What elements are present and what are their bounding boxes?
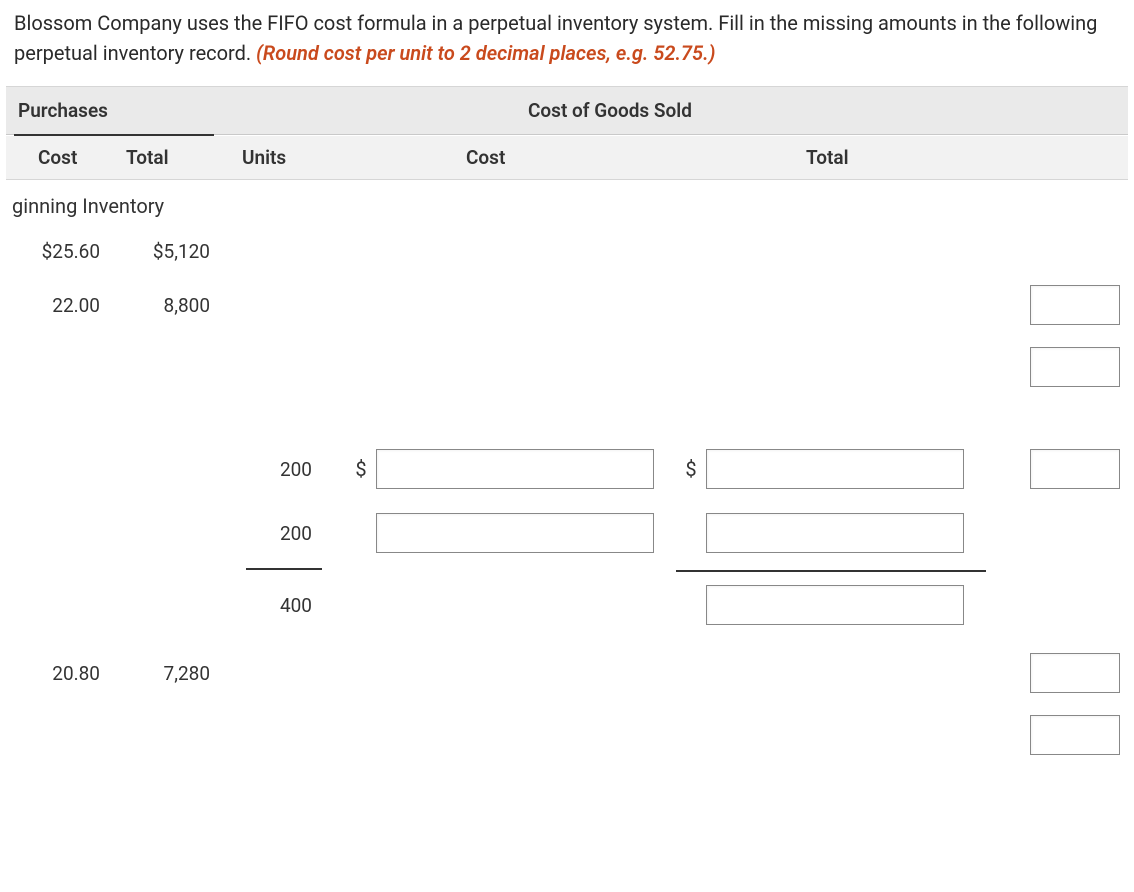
beginning-inventory-label: ginning Inventory — [6, 188, 1128, 224]
header-purchases: Purchases — [6, 87, 226, 134]
table-row: 200 — [6, 506, 1128, 560]
cell-total: $5,120 — [116, 240, 226, 263]
cell-cost: $25.60 — [6, 240, 116, 263]
spacer — [6, 402, 1128, 442]
table-row — [6, 332, 1128, 402]
dollar-sign: $ — [346, 457, 376, 481]
cogs-total-input[interactable] — [706, 449, 964, 489]
cogs-cost-input[interactable] — [376, 449, 654, 489]
header-col-units: Units — [226, 146, 346, 169]
cell-units-total: 400 — [226, 594, 346, 617]
cell-total: 8,800 — [116, 294, 226, 317]
problem-instructions: Blossom Company uses the FIFO cost formu… — [0, 0, 1134, 86]
header-col-cost-purchases: Cost — [6, 146, 116, 169]
total-subtotal-line-wrap — [6, 570, 1128, 572]
header-row-columns: Cost Total Units Cost Total — [6, 136, 1128, 180]
cogs-grand-total-input[interactable] — [706, 585, 964, 625]
inventory-table: Purchases Cost of Goods Sold Cost Total … — [6, 86, 1128, 770]
cell-cost: 20.80 — [6, 662, 116, 685]
table-row: 20.80 7,280 — [6, 646, 1128, 700]
instructions-emphasis: (Round cost per unit to 2 decimal places… — [256, 41, 715, 65]
table-row — [6, 700, 1128, 770]
table-row: 200 $ $ — [6, 442, 1128, 496]
header-col-total-purchases: Total — [116, 146, 226, 169]
header-row-groups: Purchases Cost of Goods Sold — [6, 86, 1128, 135]
cell-cost: 22.00 — [6, 294, 116, 317]
cell-units: 200 — [226, 458, 346, 481]
header-separator — [14, 134, 214, 136]
table-body: ginning Inventory $25.60 $5,120 22.00 8,… — [6, 180, 1128, 770]
table-row: $25.60 $5,120 — [6, 224, 1128, 278]
balance-input[interactable] — [1030, 653, 1120, 693]
total-subtotal-line — [676, 570, 986, 572]
balance-input[interactable] — [1030, 285, 1120, 325]
balance-input[interactable] — [1030, 715, 1120, 755]
cell-units: 200 — [226, 522, 346, 545]
cogs-total-input[interactable] — [706, 513, 964, 553]
header-cogs: Cost of Goods Sold — [516, 87, 704, 134]
table-row: 22.00 8,800 — [6, 278, 1128, 332]
table-row: 400 — [6, 578, 1128, 632]
header-col-total-cogs: Total — [676, 146, 976, 169]
cogs-cost-input[interactable] — [376, 513, 654, 553]
balance-input[interactable] — [1030, 449, 1120, 489]
dollar-sign: $ — [676, 457, 706, 481]
header-col-cost-cogs: Cost — [346, 146, 676, 169]
balance-input[interactable] — [1030, 347, 1120, 387]
cell-total: 7,280 — [116, 662, 226, 685]
